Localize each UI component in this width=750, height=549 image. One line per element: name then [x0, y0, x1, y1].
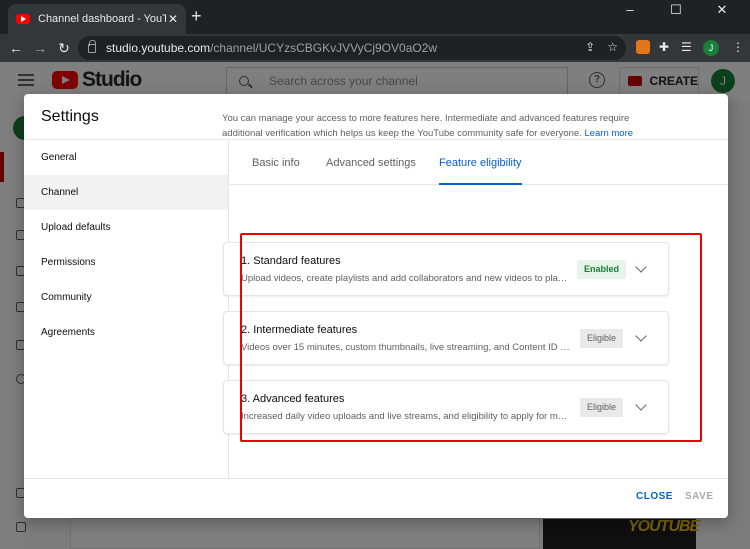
forward-icon[interactable]: → [30, 38, 50, 58]
annotation-highlight-box [240, 233, 702, 442]
sidebar-item-agreements[interactable]: Agreements [24, 315, 228, 350]
settings-sidebar: General Channel Upload defaults Permissi… [24, 140, 229, 478]
close-button[interactable]: CLOSE [636, 491, 673, 502]
tab-feature-eligibility[interactable]: Feature eligibility [439, 140, 522, 185]
close-window-icon[interactable]: ✕ [704, 0, 740, 20]
tab-advanced-settings[interactable]: Advanced settings [326, 140, 416, 185]
reload-icon[interactable]: ↻ [54, 38, 74, 58]
browser-menu-icon[interactable]: ⋮ [732, 40, 744, 54]
settings-tabs: Basic info Advanced settings Feature eli… [230, 140, 728, 185]
sidebar-item-general[interactable]: General [24, 140, 228, 175]
dialog-title: Settings [41, 108, 99, 125]
feature-intro-text: You can manage your access to more featu… [222, 111, 662, 141]
extensions-puzzle-icon[interactable]: ✚ [659, 40, 669, 54]
metamask-extension-icon[interactable] [636, 40, 650, 54]
browser-tab-bar: Channel dashboard - YouTube Studio ✕ + –… [0, 0, 750, 34]
address-bar[interactable]: studio.youtube.com /channel/UCYzsCBGKvJV… [78, 36, 626, 60]
tab-close-icon[interactable]: ✕ [168, 12, 178, 26]
reading-list-icon[interactable]: ☰ [681, 40, 692, 54]
sidebar-item-community[interactable]: Community [24, 280, 228, 315]
save-button[interactable]: SAVE [685, 491, 714, 502]
url-path: /channel/UCYzsCBGKvJVVyCj9OV0aO2w [210, 41, 438, 55]
url-host: studio.youtube.com [106, 41, 211, 55]
back-icon[interactable]: ← [6, 38, 26, 58]
minimize-icon[interactable]: – [612, 0, 648, 20]
new-tab-icon[interactable]: + [191, 6, 202, 26]
browser-profile-avatar[interactable]: J [703, 40, 719, 56]
sidebar-item-channel[interactable]: Channel [24, 175, 228, 210]
tab-title: Channel dashboard - YouTube Studio [38, 13, 166, 25]
browser-toolbar: ← → ↻ studio.youtube.com /channel/UCYzsC… [0, 34, 750, 62]
intro-text: You can manage your access to more featu… [222, 113, 630, 139]
learn-more-link[interactable]: Learn more [584, 128, 633, 139]
sidebar-item-permissions[interactable]: Permissions [24, 245, 228, 280]
browser-tab[interactable]: Channel dashboard - YouTube Studio ✕ [8, 4, 186, 34]
maximize-icon[interactable]: ☐ [658, 0, 694, 20]
divider [24, 478, 728, 479]
share-icon[interactable]: ⇪ [585, 40, 595, 54]
tab-basic-info[interactable]: Basic info [252, 140, 300, 185]
youtube-favicon-icon [16, 14, 30, 24]
bookmark-star-icon[interactable]: ☆ [607, 40, 618, 54]
lock-icon [88, 39, 96, 53]
sidebar-item-upload-defaults[interactable]: Upload defaults [24, 210, 228, 245]
